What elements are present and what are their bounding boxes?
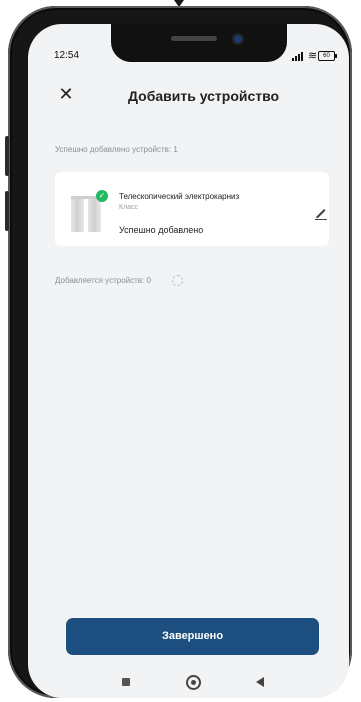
device-card[interactable]: Телескопический электрокарниз Класс Успе… — [55, 172, 329, 246]
wifi-icon: ≋ — [308, 50, 318, 62]
side-button — [5, 136, 9, 176]
close-icon: ✕ — [58, 84, 74, 104]
notch — [111, 24, 287, 62]
phone-frame: 12:54 ≋ 60 ✕ Добавить устройство Успешно… — [5, 6, 352, 698]
check-icon: ✓ — [96, 190, 108, 202]
device-status: Успешно добавлено — [119, 225, 204, 235]
spinner-icon — [172, 275, 183, 286]
device-name: Телескопический электрокарниз — [119, 192, 240, 201]
edit-icon[interactable] — [314, 206, 328, 220]
battery-tip — [335, 54, 337, 58]
done-button[interactable]: Завершено — [66, 618, 319, 655]
recent-apps-icon[interactable] — [122, 678, 130, 686]
back-icon[interactable] — [256, 677, 264, 687]
status-time: 12:54 — [54, 50, 80, 61]
side-button — [5, 191, 9, 231]
adding-count-label: Добавляется устройств: 0 — [55, 276, 151, 285]
device-room: Класс — [119, 204, 139, 211]
close-button[interactable]: ✕ — [56, 84, 76, 104]
camera — [234, 35, 242, 43]
speaker — [171, 36, 217, 41]
home-icon[interactable] — [186, 675, 201, 690]
signal-icon — [292, 52, 305, 61]
battery-icon: 60 — [318, 51, 335, 61]
added-count-label: Успешно добавлено устройств: 1 — [55, 145, 178, 154]
app-screen: 12:54 ≋ 60 ✕ Добавить устройство Успешно… — [28, 24, 349, 698]
system-nav-bar — [28, 674, 349, 698]
page-title: Добавить устройство — [128, 88, 280, 104]
curtain-icon — [71, 196, 101, 232]
